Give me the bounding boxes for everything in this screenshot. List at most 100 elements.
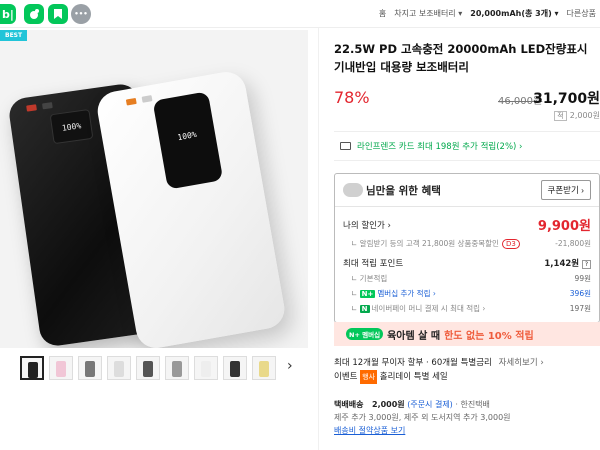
membership-points-row[interactable]: ∟ N+ 멤버십 추가 적립 › 396원 bbox=[343, 288, 591, 299]
thumbnail-image bbox=[230, 361, 240, 377]
thumbnail-8[interactable] bbox=[223, 356, 247, 380]
thumbnail-6[interactable] bbox=[165, 356, 189, 380]
thumbnail-image bbox=[28, 362, 38, 378]
installment-link[interactable]: 자세히보기 › bbox=[499, 358, 544, 368]
battery-display: 100% bbox=[49, 108, 94, 145]
shipping-extra: 제주 추가 3,000원, 제주 외 도서지역 추가 3,000원 bbox=[334, 413, 511, 422]
thumbnail-4[interactable] bbox=[107, 356, 131, 380]
breadcrumb-option-label: 20,000mAh(총 3개) bbox=[470, 9, 552, 18]
alert-discount-label: ∟ 알림받기 등의 고객 21,800원 상품중복할인 D3 bbox=[343, 238, 520, 249]
points-row: 최대 적립 포인트 1,142원 ? bbox=[343, 257, 591, 269]
alert-discount-text: 알림받기 등의 고객 21,800원 상품중복할인 bbox=[359, 239, 499, 248]
thumbnail-image bbox=[143, 361, 153, 377]
battery-display: 100% bbox=[152, 91, 224, 190]
credit-card-icon bbox=[340, 142, 351, 150]
cafe-icon[interactable] bbox=[24, 4, 44, 24]
alert-discount-row: ∟ 알림받기 등의 고객 21,800원 상품중복할인 D3 -21,800원 bbox=[343, 238, 591, 249]
event-label: 이벤트 bbox=[334, 372, 358, 382]
shipping-label: 택배배송 bbox=[334, 400, 364, 409]
thumbnail-1[interactable] bbox=[20, 356, 44, 380]
user-name-blur bbox=[343, 183, 363, 197]
my-price-row[interactable]: 나의 할인가 › 9,900원 bbox=[343, 215, 591, 234]
thumbnail-3[interactable] bbox=[78, 356, 102, 380]
port-icon bbox=[125, 97, 137, 106]
promo-text-b: 한도 없는 10% 적립 bbox=[444, 330, 534, 342]
best-badge: BEST bbox=[0, 30, 28, 41]
event-text: 홀리데이 특별 세일 bbox=[379, 372, 448, 382]
shipping-saving-link[interactable]: 배송비 절약상품 보기 bbox=[334, 424, 600, 437]
basic-points-value: 99원 bbox=[574, 274, 591, 283]
port-icon bbox=[26, 104, 37, 112]
coupon-box: 님만을 위한 혜택 쿠폰받기 › 나의 할인가 › 9,900원 ∟ 알림받기 … bbox=[334, 173, 600, 323]
npay-points-label: ∟ N 네이버페이 머니 결제 시 최대 적립 › bbox=[351, 304, 486, 313]
thumbnail-5[interactable] bbox=[136, 356, 160, 380]
breadcrumb-home[interactable]: 홈 bbox=[379, 8, 386, 19]
thumbnail-image bbox=[114, 361, 124, 377]
cafe-glyph-icon bbox=[30, 9, 39, 19]
points-value-wrap: 1,142원 ? bbox=[544, 257, 591, 269]
naver-plus-icon: N+ bbox=[359, 290, 376, 298]
membership-points-value: 396원 bbox=[569, 289, 591, 298]
alert-discount-value: -21,800원 bbox=[555, 239, 591, 248]
membership-promo-banner[interactable]: N+ 멤버십 육아템 살 때 한도 없는 10% 적립 bbox=[334, 322, 600, 346]
save-amount: 2,000원 bbox=[569, 111, 600, 120]
thumbnail-next-icon[interactable]: › bbox=[287, 358, 293, 374]
breadcrumb-category[interactable]: 차지고 보조배터리 ▾ bbox=[394, 8, 462, 19]
more-icon[interactable]: ••• bbox=[71, 4, 91, 24]
price-row: 78% 46,000원 31,700원 bbox=[334, 88, 600, 112]
d3-badge: D3 bbox=[501, 239, 520, 249]
thumbnail-2[interactable] bbox=[49, 356, 73, 380]
my-price-value: 9,900원 bbox=[537, 219, 591, 234]
get-coupon-button[interactable]: 쿠폰받기 › bbox=[540, 180, 591, 200]
event-row[interactable]: 이벤트 행사 홀리데이 특별 세일 bbox=[334, 370, 600, 384]
installment-text: 최대 12개월 무이자 할부 · 60개월 특별금리 bbox=[334, 358, 492, 368]
product-main-image[interactable]: 100% 100% bbox=[0, 30, 308, 348]
card-benefit-text: 라인프렌즈 카드 최대 198원 추가 적립(2%) › bbox=[357, 142, 523, 152]
card-benefit-banner[interactable]: 라인프렌즈 카드 최대 198원 추가 적립(2%) › bbox=[334, 131, 600, 161]
top-bar: b| ••• 홈 차지고 보조배터리 ▾ 20,000mAh(총 3개) ▾ 다… bbox=[0, 0, 600, 28]
breadcrumb-more[interactable]: 다른상품 bbox=[567, 8, 596, 19]
event-badge-icon: 행사 bbox=[360, 370, 378, 384]
thumbnail-image bbox=[201, 361, 211, 377]
shipping-info: 택배배송 2,000원 (주문시 결제) · 한진택배 제주 추가 3,000원… bbox=[334, 398, 600, 437]
info-icon[interactable]: ? bbox=[581, 260, 591, 269]
chevron-down-icon: ▾ bbox=[458, 9, 463, 18]
blog-icon[interactable]: b| bbox=[0, 4, 16, 24]
port-icon bbox=[42, 102, 53, 110]
my-price-label: 나의 할인가 › bbox=[343, 220, 391, 231]
membership-pill: N+ 멤버십 bbox=[346, 328, 384, 340]
npay-points-value: 197원 bbox=[569, 304, 591, 313]
discount-rate: 78% bbox=[334, 88, 370, 107]
points-label: 최대 적립 포인트 bbox=[343, 259, 404, 269]
npay-points-row[interactable]: ∟ N 네이버페이 머니 결제 시 최대 적립 › 197원 bbox=[343, 303, 591, 314]
thumbnail-strip bbox=[20, 354, 308, 382]
breadcrumb-option[interactable]: 20,000mAh(총 3개) ▾ bbox=[470, 8, 558, 19]
coupon-title-text: 님만을 위한 혜택 bbox=[366, 184, 441, 197]
coupon-title: 님만을 위한 혜택 bbox=[343, 183, 441, 198]
column-divider bbox=[318, 28, 319, 450]
thumbnail-image bbox=[56, 361, 66, 377]
payment-info: 최대 12개월 무이자 할부 · 60개월 특별금리 자세히보기 › 이벤트 행… bbox=[334, 356, 600, 384]
basic-points-row: ∟ 기본적립 99원 bbox=[343, 273, 591, 284]
port-icon bbox=[141, 95, 153, 103]
bookmark-glyph-icon bbox=[54, 9, 62, 19]
thumbnail-9[interactable] bbox=[252, 356, 276, 380]
basic-points-label: ∟ 기본적립 bbox=[351, 274, 388, 283]
membership-points-label: ∟ N+ 멤버십 추가 적립 › bbox=[351, 289, 436, 298]
membership-points-text: 멤버십 추가 적립 › bbox=[377, 289, 436, 298]
thumbnail-image bbox=[85, 361, 95, 377]
save-tag: 적 bbox=[554, 111, 567, 121]
shipping-fee: 2,000원 bbox=[372, 400, 405, 409]
product-info-panel: 22.5W PD 고속충전 20000mAh LED잔량표시 기내반입 대용량 … bbox=[334, 40, 600, 323]
shipping-fee-note: (주문시 결제) bbox=[407, 400, 453, 409]
breadcrumb-category-label: 차지고 보조배터리 bbox=[394, 9, 456, 18]
thumbnail-7[interactable] bbox=[194, 356, 218, 380]
bookmark-icon[interactable] bbox=[48, 4, 68, 24]
basic-points-text: 기본적립 bbox=[359, 274, 388, 283]
product-title: 22.5W PD 고속충전 20000mAh LED잔량표시 기내반입 대용량 … bbox=[334, 42, 588, 74]
coupon-body: 나의 할인가 › 9,900원 ∟ 알림받기 등의 고객 21,800원 상품중… bbox=[335, 207, 599, 322]
installment-row: 최대 12개월 무이자 할부 · 60개월 특별금리 자세히보기 › bbox=[334, 356, 600, 370]
coupon-header: 님만을 위한 혜택 쿠폰받기 › bbox=[335, 174, 599, 207]
shipping-carrier: 한진택배 bbox=[460, 400, 490, 409]
naver-pay-icon: N bbox=[359, 305, 370, 313]
